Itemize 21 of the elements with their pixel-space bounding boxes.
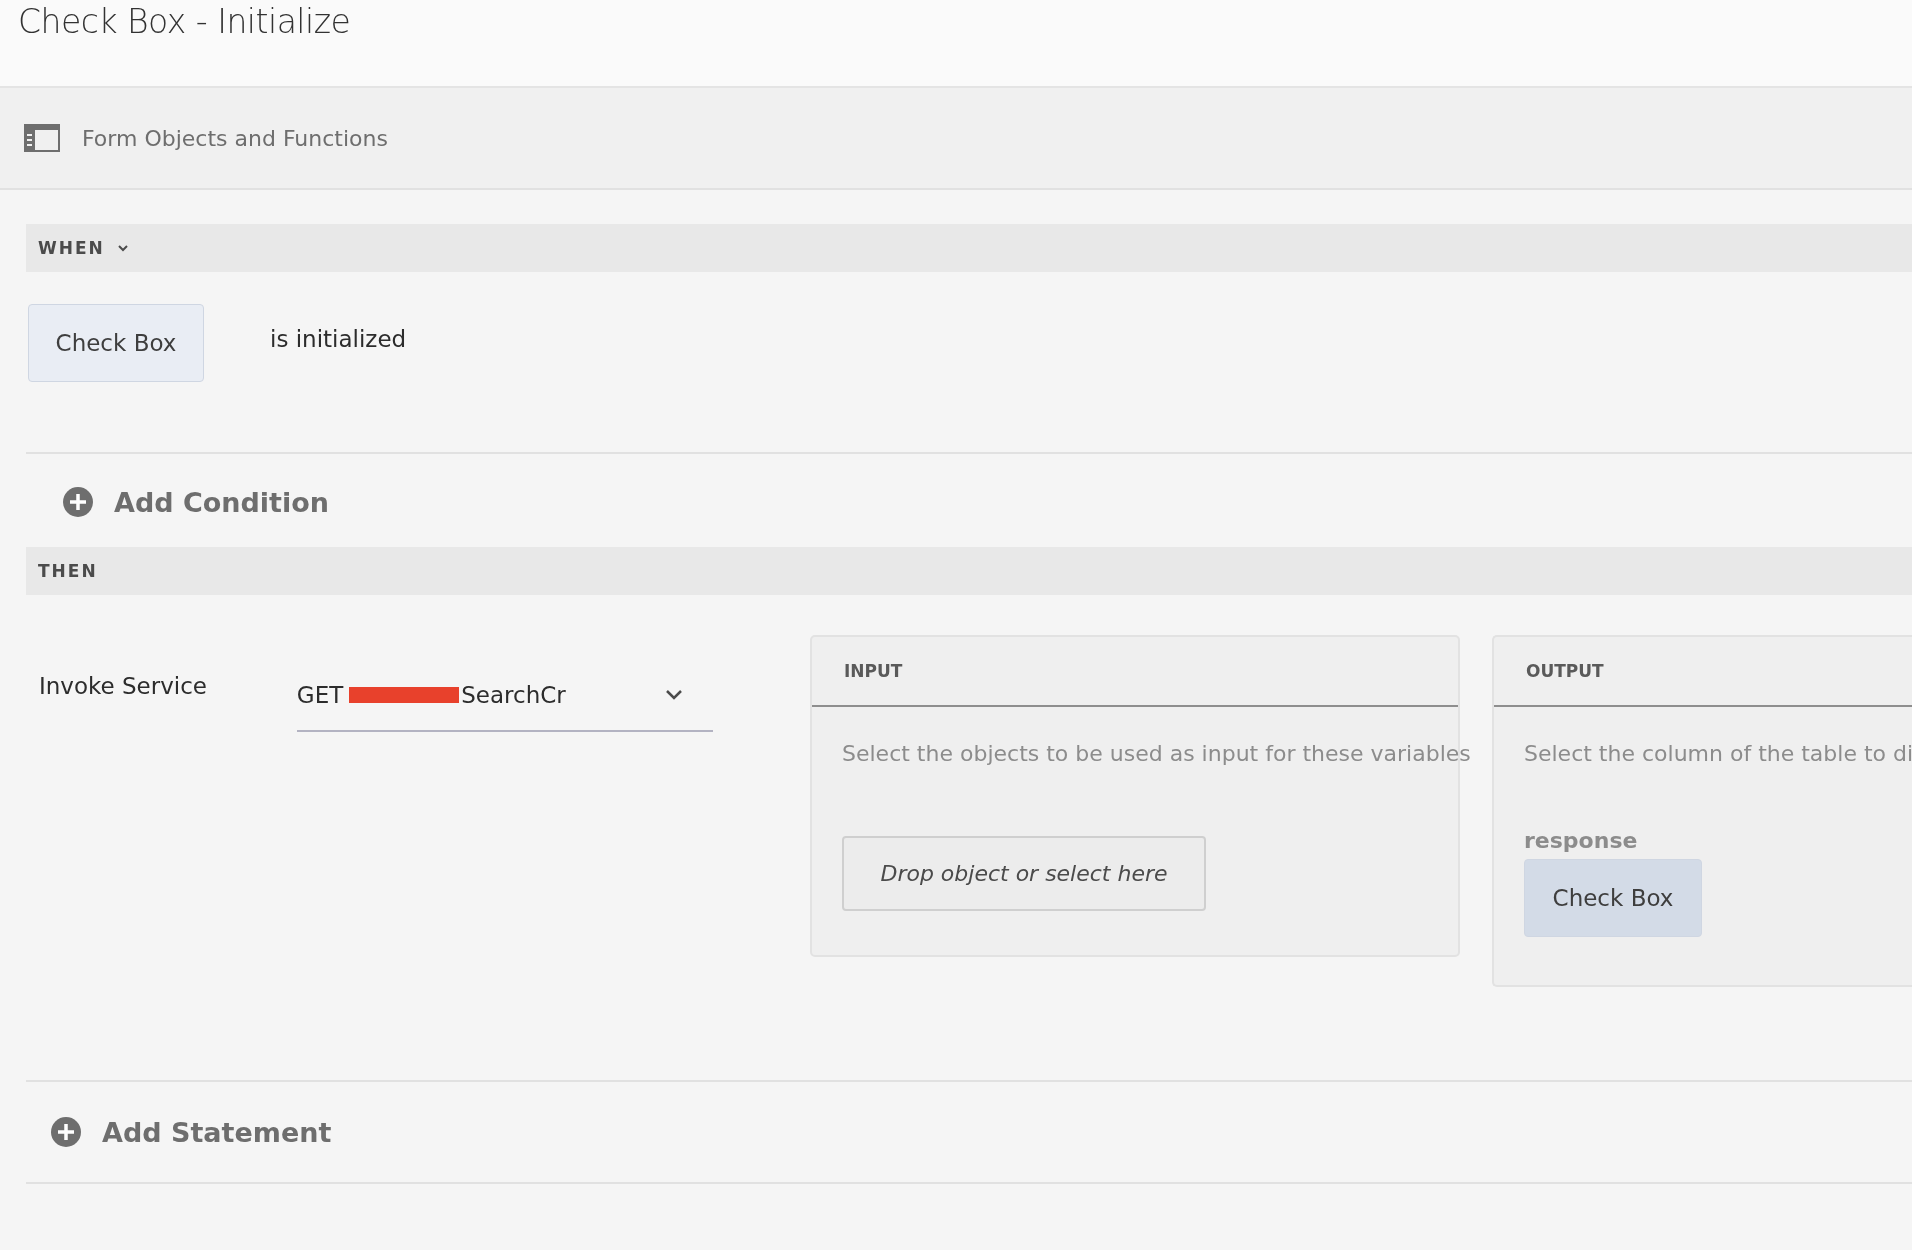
then-section-bar: THEN [26, 547, 1912, 595]
field-label: response [1524, 828, 1638, 853]
add-statement-button[interactable]: Add Statement [50, 1116, 332, 1148]
object-chip[interactable]: Check Box [1524, 859, 1702, 937]
drop-field[interactable]: Drop object or select here [842, 836, 1206, 911]
panel-heading: INPUT [844, 661, 903, 681]
action-label: Invoke Service [38, 672, 208, 699]
panel-heading: OUTPUT [1526, 661, 1604, 681]
hint-text: Select the objects to be used as input for these variables [842, 741, 1471, 766]
event-text: is initialized [270, 326, 407, 352]
plus-icon [62, 486, 94, 518]
service-dropdown[interactable]: GET SearchCr [296, 659, 713, 732]
hint-text: Select the column of the table to di [1524, 741, 1912, 766]
sidebar-panel-icon [24, 124, 60, 152]
form-objects-toggle[interactable]: Form Objects and Functions [24, 124, 388, 152]
chevron-icon [665, 688, 683, 701]
object-chip[interactable]: Check Box [28, 304, 204, 382]
when-section-bar[interactable]: WHEN [26, 224, 1912, 272]
plus-icon [50, 1116, 82, 1148]
add-condition-button[interactable]: Add Condition [62, 486, 330, 518]
window-title: Check Box - Initialize [18, 2, 351, 41]
